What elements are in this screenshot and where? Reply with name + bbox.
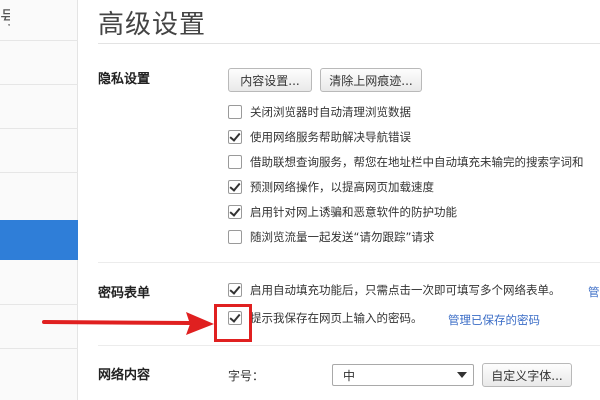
- font-size-select[interactable]: 中: [332, 364, 474, 386]
- manage-passwords-link[interactable]: 管理已保存的密码: [448, 312, 540, 328]
- dropdown-arrow-icon: [457, 372, 467, 378]
- font-size-label: 字号：: [228, 369, 265, 383]
- option-label: 借助联想查询服务，帮您在地址栏中自动填充未输完的搜索字词和: [250, 155, 584, 169]
- privacy-option-navigation-errors[interactable]: 使用网络服务帮助解决导航错误: [228, 128, 411, 146]
- page-title: 高级设置: [98, 10, 207, 40]
- sidebar-divider: [0, 128, 78, 129]
- sidebar-divider: [0, 84, 78, 85]
- sidebar-item-advanced-active[interactable]: [0, 220, 78, 260]
- sidebar-divider: [0, 172, 78, 173]
- privacy-option-phishing-protection[interactable]: 启用针对网上诱骗和恶意软件的防护功能: [228, 203, 457, 221]
- privacy-option-clear-on-exit[interactable]: 关闭浏览器时自动清理浏览数据: [228, 103, 411, 121]
- privacy-option-suggestions[interactable]: 借助联想查询服务，帮您在地址栏中自动填充未输完的搜索字词和: [228, 153, 584, 171]
- section-divider: [98, 345, 600, 346]
- option-label: 预测网络操作，以提高网页加载速度: [250, 180, 434, 194]
- web-content-section-label: 网络内容: [98, 368, 151, 383]
- checkbox[interactable]: [228, 283, 242, 297]
- checkbox[interactable]: [228, 205, 242, 219]
- privacy-option-do-not-track[interactable]: 随浏览流量一起发送“请勿跟踪”请求: [228, 228, 434, 246]
- option-label: 随浏览流量一起发送“请勿跟踪”请求: [250, 230, 435, 244]
- annotation-highlight-box: [214, 304, 252, 342]
- sidebar-item-partial-label: 号: [0, 8, 10, 29]
- checkbox[interactable]: [228, 105, 242, 119]
- checkbox[interactable]: [228, 155, 242, 169]
- section-divider: [98, 262, 600, 263]
- option-label: 启用针对网上诱骗和恶意软件的防护功能: [250, 205, 457, 219]
- clear-browsing-button[interactable]: 清除上网痕迹...: [320, 68, 422, 92]
- sidebar-divider: [0, 40, 78, 41]
- content-settings-button[interactable]: 内容设置...: [228, 68, 312, 92]
- password-option-offer-save[interactable]: 提示我保存在网页上输入的密码。: [228, 309, 423, 327]
- sidebar: 号: [0, 0, 78, 400]
- font-size-value: 中: [343, 368, 356, 383]
- password-section-label: 密码表单: [98, 286, 151, 301]
- autofill-manage-link-partial[interactable]: 管: [588, 284, 600, 300]
- sidebar-divider: [0, 348, 78, 349]
- checkbox[interactable]: [228, 230, 242, 244]
- password-option-autofill[interactable]: 启用自动填充功能后，只需点击一次即可填写多个网络表单。: [228, 281, 561, 299]
- title-divider: [98, 43, 600, 44]
- custom-fonts-button[interactable]: 自定义字体...: [482, 363, 572, 387]
- option-label: 关闭浏览器时自动清理浏览数据: [250, 105, 411, 119]
- privacy-option-prefetch[interactable]: 预测网络操作，以提高网页加载速度: [228, 178, 434, 196]
- checkbox[interactable]: [228, 180, 242, 194]
- checkbox[interactable]: [228, 130, 242, 144]
- option-label: 提示我保存在网页上输入的密码。: [250, 311, 423, 325]
- privacy-section-label: 隐私设置: [98, 72, 151, 87]
- annotation-arrow-icon: [42, 312, 214, 335]
- option-label: 使用网络服务帮助解决导航错误: [250, 130, 411, 144]
- option-label: 启用自动填充功能后，只需点击一次即可填写多个网络表单。: [250, 283, 561, 297]
